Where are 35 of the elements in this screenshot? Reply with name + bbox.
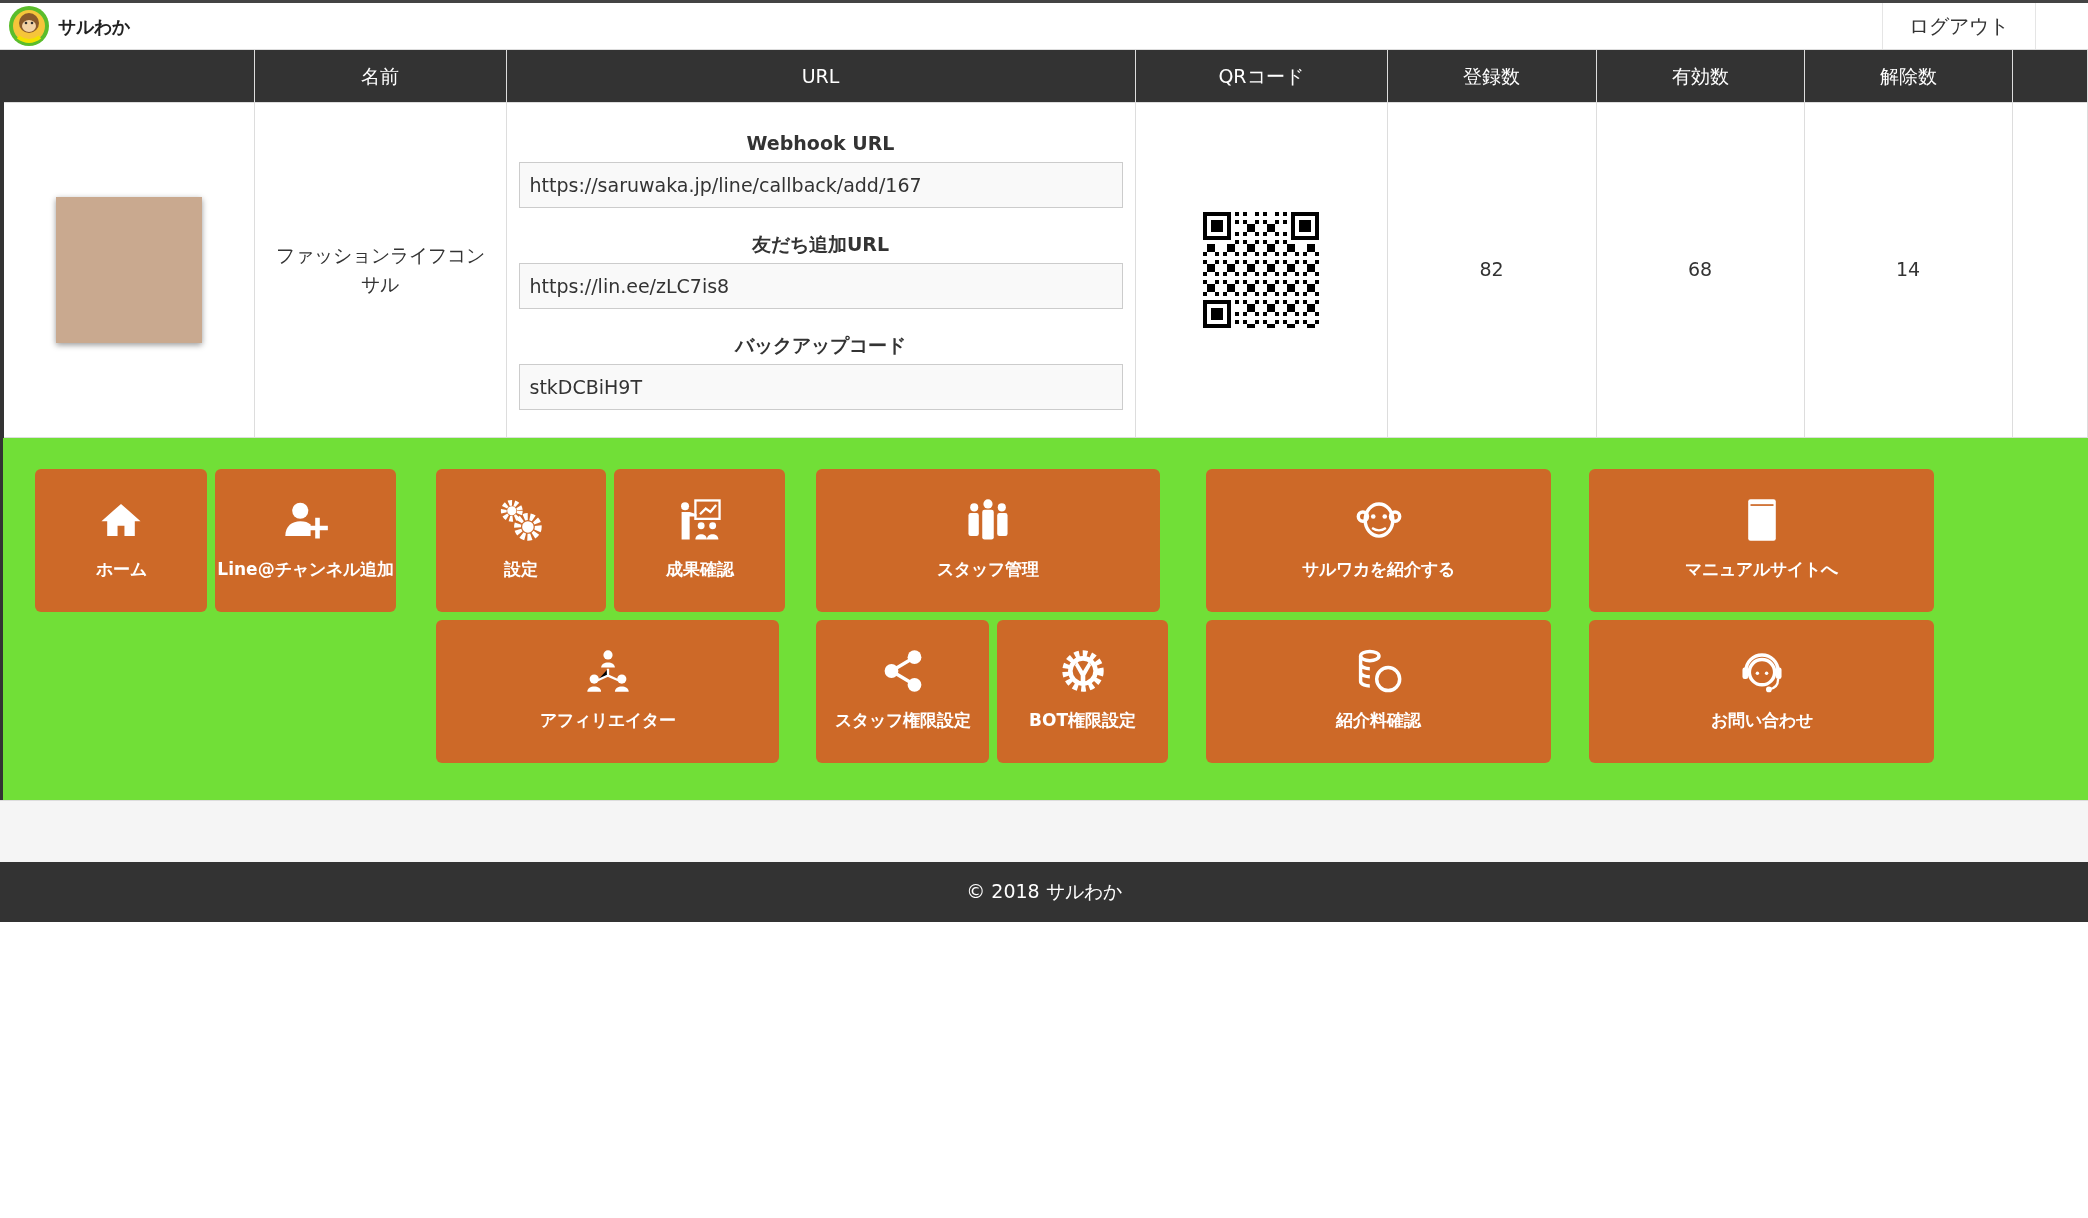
menu-button[interactable]: お問い合わせ	[1589, 619, 1934, 763]
menu-button[interactable]: ホーム	[35, 468, 207, 612]
table-cell: 14	[1804, 102, 2012, 437]
table-cell: ファッションライフコンサル	[254, 102, 506, 437]
field-label: バックアップコード	[733, 333, 907, 358]
column-header: URL	[506, 50, 1135, 102]
gear-wrench-icon	[1059, 648, 1106, 695]
copyright-text: © 2018 サルわか	[966, 879, 1122, 905]
logo-text: サルわか	[58, 14, 130, 39]
menu-button[interactable]: 設定	[436, 468, 606, 612]
url-field[interactable]: https://lin.ee/zLC7is8	[518, 262, 1123, 309]
table-cell: 82	[1387, 102, 1596, 437]
column-header: 登録数	[1387, 50, 1596, 102]
menu-button[interactable]: 紹介料確認	[1206, 619, 1551, 763]
logout-button[interactable]: ログアウト	[1882, 3, 2036, 49]
column-header: 名前	[254, 50, 506, 102]
menu-button[interactable]: Line@チャンネル追加	[215, 468, 396, 612]
column-header: QRコード	[1135, 50, 1387, 102]
monkey-logo-icon	[8, 5, 50, 47]
menu-button[interactable]: 成果確認	[614, 468, 785, 612]
menu-button[interactable]: アフィリエイター	[436, 619, 779, 763]
field-label: Webhook URL	[745, 131, 896, 156]
column-header: 解除数	[1804, 50, 2012, 102]
menu-button[interactable]: スタッフ権限設定	[816, 619, 989, 763]
column-header: 有効数	[1596, 50, 1804, 102]
url-field[interactable]: https://saruwaka.jp/line/callback/add/167	[518, 161, 1123, 208]
people-network-icon	[584, 648, 631, 695]
gears-icon	[498, 497, 544, 544]
table-cell: 68	[1596, 102, 1804, 437]
menu-button[interactable]: スタッフ管理	[816, 468, 1160, 612]
menu-button[interactable]: マニュアルサイトへ	[1589, 468, 1934, 612]
url-field[interactable]: stkDCBiH9T	[518, 363, 1123, 410]
menu-button[interactable]: BOT権限設定	[997, 619, 1168, 763]
field-label: 友だち追加URL	[750, 232, 891, 257]
menu-button[interactable]: サルワカを紹介する	[1206, 468, 1551, 612]
